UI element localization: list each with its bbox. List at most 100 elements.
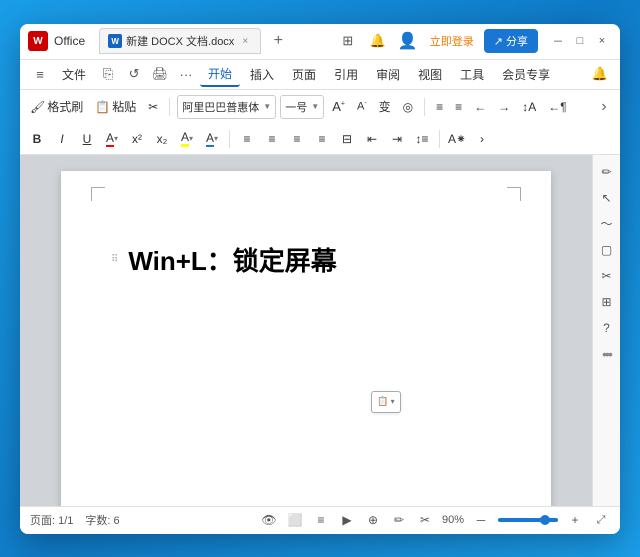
status-pen-icon[interactable]: ✏ xyxy=(390,511,408,529)
sidebar-help-icon[interactable]: ? xyxy=(596,317,618,339)
document-tab[interactable]: W 新建 DOCX 文档.docx × xyxy=(99,28,261,54)
menu-page[interactable]: 页面 xyxy=(284,63,324,86)
indent-more2-button[interactable]: ⇥ xyxy=(386,128,408,150)
font-color2-dropdown[interactable]: ▾ xyxy=(214,134,218,143)
zoom-minus-button[interactable]: － xyxy=(472,511,490,529)
menu-review[interactable]: 审阅 xyxy=(368,63,408,86)
zoom-plus-button[interactable]: + xyxy=(566,511,584,529)
sidebar-scissors-icon[interactable]: ✂ xyxy=(596,265,618,287)
document-text[interactable]: Win+L：锁定屏幕 xyxy=(128,241,336,278)
zoom-slider-thumb[interactable] xyxy=(540,515,550,525)
status-outline-view-icon[interactable]: ≡ xyxy=(312,511,330,529)
menu-references[interactable]: 引用 xyxy=(326,63,366,86)
font-color2-button[interactable]: A ▾ xyxy=(201,128,223,150)
format-style-button[interactable]: 🖌 格式刷 xyxy=(26,94,87,120)
sidebar-wave-icon[interactable]: 〜 xyxy=(596,213,618,235)
menu-save-icon[interactable]: ⎘ xyxy=(96,62,120,86)
maximize-button[interactable]: □ xyxy=(570,31,590,51)
list-style-button[interactable]: ≡ xyxy=(432,94,447,120)
justify-button[interactable]: ≡ xyxy=(311,128,333,150)
status-eye-icon[interactable]: 👁 xyxy=(260,511,278,529)
line-spacing-button[interactable]: ↕A xyxy=(518,94,540,120)
menu-home[interactable]: 开始 xyxy=(200,62,240,87)
page-guide-top-left xyxy=(91,187,105,201)
outdent-button[interactable]: ← xyxy=(470,94,490,120)
fullscreen-button[interactable]: ⤢ xyxy=(592,511,610,529)
minimize-button[interactable]: － xyxy=(548,31,568,51)
document-page: ⠿ Win+L：锁定屏幕 📋 ▾ xyxy=(61,171,551,506)
share-button[interactable]: ↗ 分享 xyxy=(484,29,538,53)
superscript-button[interactable]: x² xyxy=(126,128,148,150)
font-color-button[interactable]: A ▾ xyxy=(101,128,123,150)
paragraph-spacing-button[interactable]: ↕≡ xyxy=(411,128,433,150)
distributed-button[interactable]: ⊟ xyxy=(336,128,358,150)
font-grow-button[interactable]: A+ xyxy=(328,94,349,120)
avatar-icon[interactable]: 👤 xyxy=(396,29,420,53)
paste-widget-dropdown[interactable]: ▾ xyxy=(391,397,395,406)
subscript-button[interactable]: x₂ xyxy=(151,128,173,150)
status-page-view-icon[interactable]: ⬜ xyxy=(286,511,304,529)
align-center-button[interactable]: ≡ xyxy=(261,128,283,150)
grid-icon[interactable]: ⊞ xyxy=(336,29,360,53)
close-button[interactable]: × xyxy=(592,31,612,51)
paste-widget-icon: 📋 xyxy=(377,396,388,407)
text-effects-button[interactable]: A⁕ xyxy=(446,128,468,150)
login-button[interactable]: 立即登录 xyxy=(426,31,478,51)
font-change-button[interactable]: 变 xyxy=(375,94,395,120)
paste-options-widget[interactable]: 📋 ▾ xyxy=(371,391,401,413)
font-size-select[interactable]: 一号 ▼ xyxy=(280,95,324,119)
indent-less2-button[interactable]: ⇤ xyxy=(361,128,383,150)
document-scroll-area[interactable]: ⠿ Win+L：锁定屏幕 📋 ▾ xyxy=(20,155,592,506)
italic-button[interactable]: I xyxy=(51,128,73,150)
status-scissors-icon[interactable]: ✂ xyxy=(416,511,434,529)
menu-tools[interactable]: 工具 xyxy=(452,63,492,86)
sidebar-pen-icon[interactable]: ✏ xyxy=(596,161,618,183)
menu-undo-icon[interactable]: ↺ xyxy=(122,62,146,86)
menu-file[interactable]: 文件 xyxy=(54,63,94,86)
cut-button[interactable]: ✂ xyxy=(144,94,162,120)
menu-print-icon[interactable]: 🖨 xyxy=(148,62,172,86)
menu-view[interactable]: 视图 xyxy=(410,63,450,86)
sidebar-rect-icon[interactable]: ▢ xyxy=(596,239,618,261)
toolbar-row2: B I U A ▾ x² x₂ A ▾ A ▾ ≡ ≡ ≡ ≡ ⊟ ⇤ ⇥ xyxy=(20,124,620,154)
more-options-button[interactable]: › xyxy=(471,128,493,150)
sidebar-cursor-icon[interactable]: ↖ xyxy=(596,187,618,209)
clear-format-button[interactable]: ◎ xyxy=(399,94,417,120)
tab-close-button[interactable]: × xyxy=(238,34,252,48)
zoom-slider[interactable] xyxy=(498,518,558,522)
numbering-button[interactable]: ≡ xyxy=(451,94,466,120)
font-name-select[interactable]: 阿里巴巴普惠体 ▼ xyxy=(177,95,276,119)
zoom-percent-label: 90% xyxy=(442,514,464,526)
menu-insert[interactable]: 插入 xyxy=(242,63,282,86)
highlight-dropdown[interactable]: ▾ xyxy=(189,134,193,143)
font-shrink-button[interactable]: A- xyxy=(353,94,371,120)
drag-handle-icon[interactable]: ⠿ xyxy=(111,254,118,265)
indent-button[interactable]: → xyxy=(494,94,514,120)
menu-hamburger-icon[interactable]: ≡ xyxy=(28,62,52,86)
paste-button[interactable]: 📋 粘贴 xyxy=(91,94,140,120)
align-right-button[interactable]: ≡ xyxy=(286,128,308,150)
sidebar-grid-icon[interactable]: ⊞ xyxy=(596,291,618,313)
status-globe-icon[interactable]: ⊕ xyxy=(364,511,382,529)
font-size-value: 一号 xyxy=(285,99,307,115)
status-play-icon[interactable]: ▶ xyxy=(338,511,356,529)
menu-more-icon[interactable]: ··· xyxy=(174,62,198,86)
underline-button[interactable]: U xyxy=(76,128,98,150)
highlight-button[interactable]: A ▾ xyxy=(176,128,198,150)
title-bar-right: ⊞ 🔔 👤 立即登录 ↗ 分享 － □ × xyxy=(336,29,612,53)
new-tab-button[interactable]: + xyxy=(267,30,289,52)
sidebar-more-icon[interactable]: ••• xyxy=(596,343,618,365)
toolbar-expand-button[interactable]: › xyxy=(594,97,614,117)
paste-label: 粘贴 xyxy=(112,98,136,115)
toolbar-row1: 🖌 格式刷 📋 粘贴 ✂ 阿里巴巴普惠体 ▼ 一号 ▼ A+ xyxy=(20,90,620,124)
align-left-button[interactable]: ≡ xyxy=(236,128,258,150)
font-color-dropdown[interactable]: ▾ xyxy=(114,134,118,143)
paragraph-button[interactable]: ←¶ xyxy=(544,94,570,120)
font-change-icon: 变 xyxy=(379,98,391,115)
menu-member[interactable]: 会员专享 xyxy=(494,63,558,86)
bell-icon[interactable]: 🔔 xyxy=(366,29,390,53)
font-shrink-icon: A- xyxy=(357,100,367,113)
menu-bell-icon[interactable]: 🔔 xyxy=(588,62,612,86)
bold-button[interactable]: B xyxy=(26,128,48,150)
document-content-area[interactable]: ⠿ Win+L：锁定屏幕 xyxy=(111,241,501,278)
